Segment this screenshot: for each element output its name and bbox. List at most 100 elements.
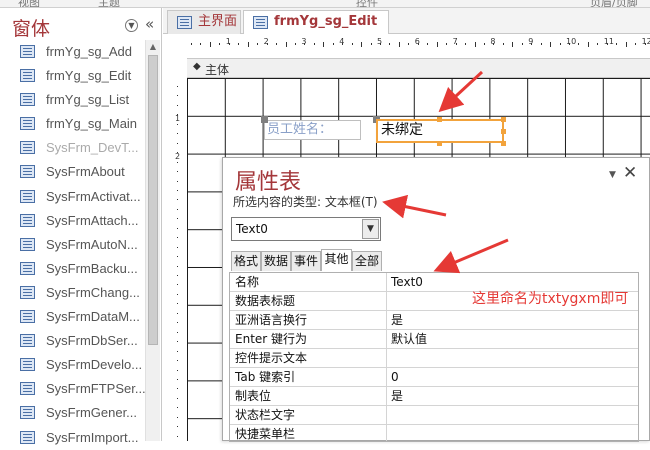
tab-main-interface[interactable]: 主界面 <box>167 10 241 34</box>
ruler-tick <box>351 43 353 45</box>
property-value[interactable]: 是 <box>387 311 638 330</box>
control-selector[interactable]: Text0 ▼ <box>231 217 381 241</box>
nav-scrollbar[interactable]: ▲ <box>145 40 160 441</box>
resize-handle[interactable] <box>437 117 442 122</box>
ruler-tick <box>483 43 485 45</box>
ruler-number: 2 <box>263 37 269 46</box>
employee-name-label[interactable]: 员工姓名： <box>264 120 361 140</box>
nav-item-form[interactable]: frmYg_sg_Edit <box>0 64 145 88</box>
resize-handle[interactable] <box>501 129 506 134</box>
ruler-tick <box>323 42 325 47</box>
nav-item-form[interactable]: SysFrm_DevT... <box>0 136 145 160</box>
move-handle[interactable] <box>261 116 268 123</box>
chevron-down-icon[interactable]: ▼ <box>609 170 616 180</box>
ruler-tick <box>177 180 178 182</box>
nav-item-form[interactable]: SysFrmActivat... <box>0 185 145 209</box>
ruler-tick <box>177 350 178 352</box>
resize-handle[interactable] <box>501 141 506 146</box>
property-value[interactable]: 是 <box>387 387 638 406</box>
ruler-tick <box>370 43 372 45</box>
nav-title[interactable]: 窗体 <box>12 14 50 41</box>
ribbon-header-footer-label[interactable]: 页眉/页脚 <box>590 0 638 7</box>
nav-item-form[interactable]: SysFrmImport... <box>0 426 145 450</box>
nav-item-form[interactable]: SysFrmFTPSer... <box>0 377 145 401</box>
property-row[interactable]: 制表位是 <box>230 387 638 406</box>
tab-event[interactable]: 事件 <box>291 251 321 271</box>
ruler-tick <box>177 95 178 97</box>
form-icon <box>20 45 35 58</box>
property-value[interactable]: 默认值 <box>387 330 638 349</box>
nav-item-form[interactable]: frmYg_sg_Main <box>0 112 145 136</box>
ruler-tick <box>177 378 178 380</box>
property-row[interactable]: Tab 键索引 0 <box>230 368 638 387</box>
scroll-thumb[interactable] <box>148 55 158 345</box>
resize-handle[interactable] <box>437 141 442 146</box>
form-icon <box>20 237 35 251</box>
tab-other[interactable]: 其他 <box>321 249 352 271</box>
nav-item-form[interactable]: SysFrmGener... <box>0 401 145 425</box>
property-value[interactable] <box>387 425 638 441</box>
ruler-tick <box>313 43 315 45</box>
ruler-number: 11 <box>603 37 614 46</box>
tab-all[interactable]: 全部 <box>352 251 382 271</box>
ruler-corner[interactable] <box>163 34 187 54</box>
ruler-tick <box>512 42 514 47</box>
ruler-tick <box>257 43 259 45</box>
scroll-up-icon[interactable]: ▲ <box>146 40 160 54</box>
ruler-number: 12 <box>641 37 650 46</box>
ribbon-view-label[interactable]: 视图 <box>18 0 40 7</box>
form-icon <box>20 117 35 131</box>
nav-item-form[interactable]: SysFrmDevelo... <box>0 353 145 377</box>
nav-item-form[interactable]: frmYg_sg_List <box>0 88 145 112</box>
ruler-tick <box>502 43 504 45</box>
nav-item-label: frmYg_sg_Add <box>46 44 132 59</box>
form-icon <box>20 93 35 107</box>
form-icon <box>20 334 35 348</box>
close-icon[interactable]: ✕ <box>623 163 637 183</box>
chevron-down-icon[interactable]: ▼ <box>125 19 138 32</box>
form-icon <box>20 165 35 179</box>
ruler-tick <box>238 43 240 45</box>
ruler-tick <box>294 43 296 45</box>
collapse-pane-icon[interactable]: « <box>145 15 154 33</box>
horizontal-ruler[interactable]: 1 2 3 4 5 6 7 8 9 10 11 12 <box>187 36 650 52</box>
unbound-textbox[interactable]: 未绑定 <box>376 119 504 143</box>
property-row[interactable]: 快捷菜单栏 <box>230 425 638 441</box>
property-row[interactable]: 控件提示文本 <box>230 349 638 368</box>
nav-item-form[interactable]: SysFrmDbSer... <box>0 329 145 353</box>
ruler-tick <box>177 435 178 437</box>
vertical-ruler[interactable]: 12 <box>169 84 187 444</box>
ruler-tick <box>177 123 178 125</box>
property-value[interactable]: 0 <box>387 368 638 387</box>
section-bar-detail[interactable]: ◆ 主体 <box>187 58 650 78</box>
nav-item-form[interactable]: SysFrmAttach... <box>0 209 145 233</box>
property-value[interactable] <box>387 349 638 368</box>
nav-item-form[interactable]: SysFrmChang... <box>0 281 145 305</box>
tab-data[interactable]: 数据 <box>261 251 291 271</box>
ruler-tick <box>177 246 178 248</box>
form-icon <box>20 141 35 155</box>
tab-format[interactable]: 格式 <box>231 251 261 271</box>
nav-item-label: SysFrmFTPSer... <box>46 381 145 397</box>
nav-item-form[interactable]: SysFrmAbout <box>0 160 145 184</box>
dropdown-arrow-icon[interactable]: ▼ <box>362 219 379 239</box>
property-row[interactable]: 亚洲语言换行是 <box>230 311 638 330</box>
nav-item-label: SysFrmDevelo... <box>46 357 143 373</box>
ribbon-theme-label[interactable]: 主题 <box>98 0 120 7</box>
tab-frmyg-sg-edit[interactable]: frmYg_sg_Edit <box>243 10 389 34</box>
property-value[interactable] <box>387 406 638 425</box>
ruler-tick <box>177 114 178 116</box>
nav-item-form[interactable]: SysFrmBacku... <box>0 257 145 281</box>
nav-item-form[interactable]: frmYg_sg_Add <box>0 40 145 64</box>
property-row[interactable]: Enter 键行为 默认值 <box>230 330 638 349</box>
property-row[interactable]: 状态栏文字 <box>230 406 638 425</box>
nav-item-label: SysFrmDbSer... <box>46 333 138 349</box>
ruler-tick <box>177 275 178 276</box>
resize-handle[interactable] <box>501 117 506 122</box>
ruler-tick <box>177 416 178 418</box>
ruler-tick <box>219 43 221 45</box>
ribbon-controls-label[interactable]: 控件 <box>356 0 378 7</box>
nav-item-form[interactable]: SysFrmAutoN... <box>0 233 145 257</box>
section-marker-icon: ◆ <box>193 61 201 72</box>
nav-item-form[interactable]: SysFrmDataM... <box>0 305 145 329</box>
